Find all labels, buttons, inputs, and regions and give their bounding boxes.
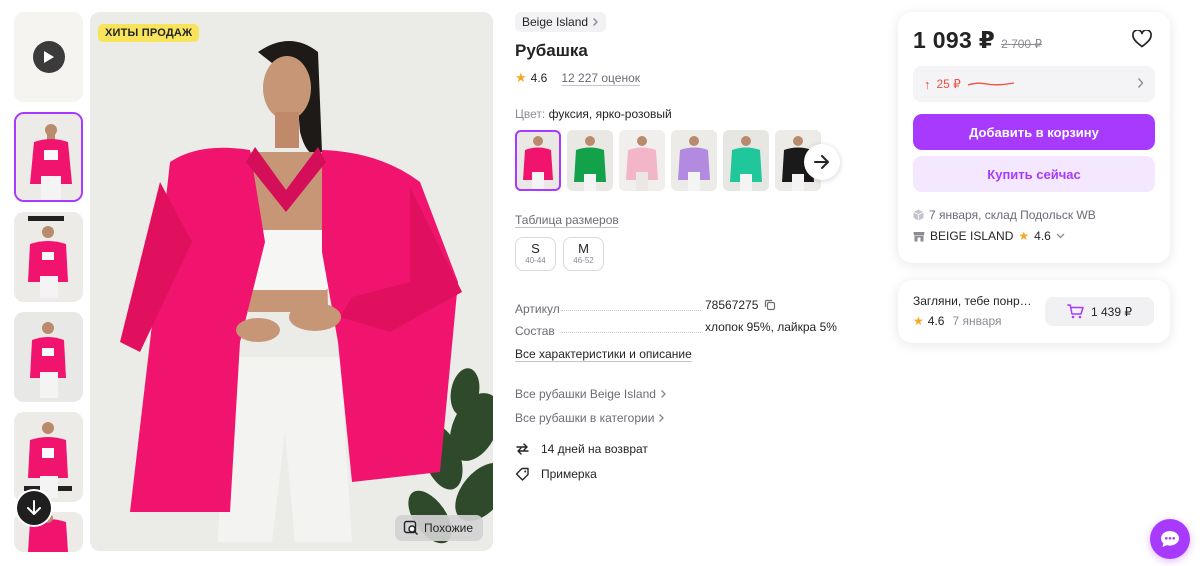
favorite-button[interactable] (1132, 29, 1152, 53)
size-option-s[interactable]: S 40-44 (515, 237, 556, 271)
chat-button[interactable] (1150, 519, 1190, 559)
spec-value: 78567275 (705, 298, 776, 312)
old-price: 2 700 ₽ (1001, 37, 1043, 51)
size-range: 46-52 (573, 256, 594, 265)
similar-search-icon (403, 520, 419, 535)
link-text: Все рубашки в категории (515, 411, 655, 425)
brand-link[interactable]: Beige Island (515, 12, 607, 32)
thumbnail-image-1[interactable] (14, 112, 83, 202)
spec-key: Артикул (515, 302, 560, 316)
heart-icon (1132, 29, 1152, 48)
spec-row-composition: Состав хлопок 95%, лайкра 5% (515, 316, 875, 338)
product-info: Beige Island Рубашка ★ 4.6 12 227 оценок… (515, 12, 875, 481)
star-icon: ★ (913, 314, 924, 328)
spec-row-article: Артикул 78567275 (515, 294, 875, 316)
size-range: 40-44 (525, 256, 546, 265)
size-label: M (578, 241, 589, 256)
shop-icon (913, 231, 925, 241)
product-photo (90, 12, 493, 551)
video-thumbnail[interactable] (14, 12, 83, 102)
reviews-link[interactable]: 12 227 оценок (561, 71, 640, 85)
price-row: 1 093 ₽ 2 700 ₽ (913, 27, 1155, 54)
price-change-amount: 25 ₽ (936, 77, 961, 91)
cart-icon (1067, 304, 1084, 319)
brand-category-link[interactable]: Все рубашки Beige Island (515, 387, 875, 401)
size-options: S 40-44 M 46-52 (515, 237, 875, 271)
star-icon: ★ (515, 70, 527, 85)
swatch-green[interactable] (567, 130, 613, 191)
tag-icon (515, 467, 529, 481)
chevron-down-icon (1056, 233, 1065, 239)
product-title: Рубашка (515, 41, 588, 60)
color-value: фуксия, ярко-розовый (548, 107, 672, 121)
feature-fitting: Примерка (515, 467, 875, 481)
color-swatches (515, 130, 875, 192)
bestseller-badge: ХИТЫ ПРОДАЖ (98, 24, 200, 42)
recommendation-price: 1 439 ₽ (1091, 304, 1132, 319)
thumbnail-image-3[interactable] (14, 312, 83, 402)
similar-button[interactable]: Похожие (395, 515, 483, 541)
return-arrows-icon (516, 443, 529, 455)
recommendation-cart-button[interactable]: 1 439 ₽ (1045, 297, 1154, 326)
seller-name: BEIGE ISLAND (930, 229, 1014, 243)
feature-text: 14 дней на возврат (541, 442, 648, 456)
rating-value: 4.6 (530, 71, 548, 85)
box-icon (913, 209, 924, 221)
seller-rating: 4.6 (1034, 229, 1051, 243)
thumbnail-image-2[interactable] (14, 212, 83, 302)
play-icon (32, 41, 65, 73)
recommendation-date: 7 января (952, 314, 1002, 328)
main-product-image[interactable]: ХИТЫ ПРОДАЖ Похожие (90, 12, 493, 551)
spec-key: Состав (515, 324, 555, 338)
recommendation-card[interactable]: Загляни, тебе понрав... ★ 4.6 7 января 1… (898, 280, 1170, 343)
rating-row: ★ 4.6 12 227 оценок (515, 70, 875, 86)
price-card: 1 093 ₽ 2 700 ₽ ↑ 25 ₽ Добавить в корзин… (898, 12, 1170, 263)
color-label: Цвет: (515, 107, 546, 121)
price-change-row[interactable]: ↑ 25 ₽ (913, 66, 1155, 102)
arrow-up-icon: ↑ (924, 76, 931, 92)
all-specs-link[interactable]: Все характеристики и описание (515, 347, 692, 361)
spec-leader (561, 332, 701, 333)
brand-name: Beige Island (522, 15, 589, 29)
chevron-right-icon (1137, 78, 1144, 88)
chat-bubble-icon (1161, 531, 1179, 547)
feature-returns: 14 дней на возврат (515, 442, 875, 456)
swatches-next-button[interactable] (804, 144, 840, 180)
recommendation-rating: 4.6 (927, 314, 945, 328)
delivery-info: 7 января, склад Подольск WB (913, 208, 1155, 222)
recommendation-title: Загляни, тебе понрав... (913, 294, 1037, 308)
swatch-mint[interactable] (723, 130, 769, 191)
chevron-right-icon (660, 390, 666, 398)
swatch-pink[interactable] (619, 130, 665, 191)
thumbnail-image-4[interactable] (14, 412, 83, 502)
feature-text: Примерка (541, 467, 597, 481)
arrow-right-icon (814, 155, 829, 169)
current-price: 1 093 ₽ (913, 27, 996, 53)
spec-leader (561, 310, 701, 311)
chevron-right-icon (593, 18, 599, 26)
copy-icon[interactable] (764, 299, 776, 311)
color-line: Цвет: фуксия, ярко-розовый (515, 107, 875, 121)
link-text: Все рубашки Beige Island (515, 387, 656, 401)
category-link[interactable]: Все рубашки в категории (515, 411, 875, 425)
size-option-m[interactable]: M 46-52 (563, 237, 604, 271)
size-label: S (531, 241, 540, 256)
swatch-fuchsia[interactable] (515, 130, 561, 191)
specs-list: Артикул 78567275 Состав хлопок 95%, лайк… (515, 294, 875, 338)
seller-row[interactable]: BEIGE ISLAND ★ 4.6 (913, 229, 1155, 243)
delivery-text: 7 января, склад Подольск WB (929, 208, 1096, 222)
add-to-cart-button[interactable]: Добавить в корзину (913, 114, 1155, 150)
chevron-right-icon (659, 414, 665, 422)
article-number: 78567275 (705, 298, 759, 312)
star-icon: ★ (1018, 229, 1030, 243)
similar-label: Похожие (424, 521, 473, 535)
scroll-down-button[interactable] (17, 491, 51, 525)
buy-now-button[interactable]: Купить сейчас (913, 156, 1155, 192)
arrow-down-icon (27, 500, 41, 515)
price-change-sparkline-icon (967, 82, 1014, 86)
spec-value: хлопок 95%, лайкра 5% (705, 320, 837, 334)
size-table-link[interactable]: Таблица размеров (515, 213, 619, 227)
swatch-lilac[interactable] (671, 130, 717, 191)
